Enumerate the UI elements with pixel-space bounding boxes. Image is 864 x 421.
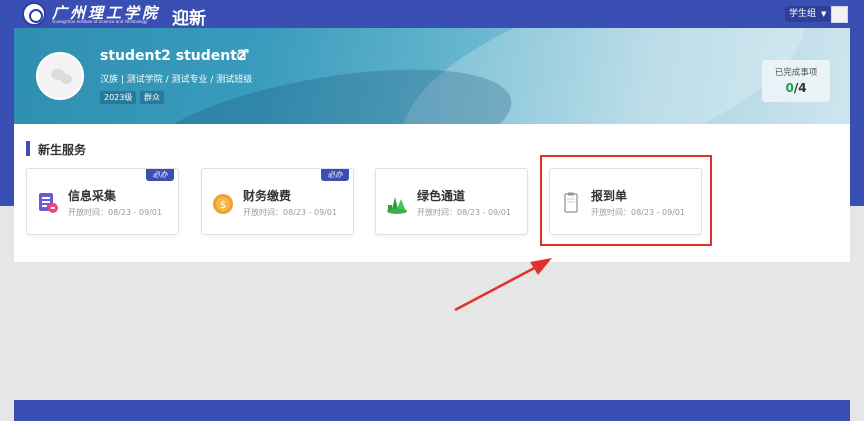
top-header: 广州理工学院 Guangzhou Institute of Science an… — [0, 0, 864, 29]
footer-bar — [14, 400, 850, 421]
political-status-tag: 群众 — [140, 91, 164, 104]
card-open-time: 开放时间：08/23 - 09/01 — [68, 208, 163, 217]
svg-text:$: $ — [220, 200, 226, 211]
progress-done-count: 0 — [785, 81, 794, 95]
required-badge: 必办 — [146, 169, 174, 181]
role-select[interactable]: 学生组 ▼ — [785, 6, 831, 22]
service-card-info-collection[interactable]: 信息采集 开放时间：08/23 - 09/01 必办 — [26, 168, 179, 235]
service-card-green-channel[interactable]: 绿色通道 开放时间：08/23 - 09/01 — [375, 168, 528, 235]
service-card-finance-payment[interactable]: $ 财务缴费 开放时间：08/23 - 09/01 必办 — [201, 168, 354, 235]
green-channel-icon — [387, 197, 407, 214]
school-seal-icon — [22, 2, 46, 26]
required-badge: 必办 — [321, 169, 349, 181]
form-icon — [39, 193, 58, 213]
card-open-time: 开放时间：08/23 - 09/01 — [417, 208, 512, 217]
progress-label: 已完成事项 — [774, 68, 818, 78]
profile-banner: student2 student2 ♂ 汉族 | 测试学院 / 测试专业 / 测… — [14, 28, 850, 124]
role-select-label: 学生组 — [789, 9, 817, 19]
progress-total: /4 — [793, 81, 807, 95]
user-avatar-button[interactable] — [831, 6, 848, 23]
card-title: 绿色通道 — [417, 189, 466, 203]
student-name: student2 student2 — [100, 48, 247, 64]
card-open-time: 开放时间：08/23 - 09/01 — [243, 208, 338, 217]
school-logo-english: Guangzhou Institute of Science and Techn… — [52, 19, 148, 24]
coin-icon: $ — [213, 194, 233, 214]
student-info: 汉族 | 测试学院 / 测试专业 / 测试班级 — [100, 75, 253, 85]
page-title: 迎新 — [172, 9, 206, 29]
caret-down-icon: ▼ — [821, 10, 827, 18]
services-panel: 新生服务 信息采集 开放时间：08/23 - 09/01 必办 $ 财务缴费 开… — [14, 124, 850, 262]
progress-value: 0/4 — [762, 81, 830, 95]
progress-summary: 已完成事项 0/4 — [762, 60, 830, 102]
section-marker — [26, 141, 30, 156]
card-title: 信息采集 — [68, 189, 117, 203]
avatar — [36, 52, 84, 100]
male-gender-icon: ♂ — [236, 46, 250, 64]
card-title: 财务缴费 — [243, 189, 292, 203]
grade-tag: 2023级 — [100, 91, 137, 104]
section-title: 新生服务 — [38, 143, 87, 157]
highlight-box — [540, 155, 712, 246]
